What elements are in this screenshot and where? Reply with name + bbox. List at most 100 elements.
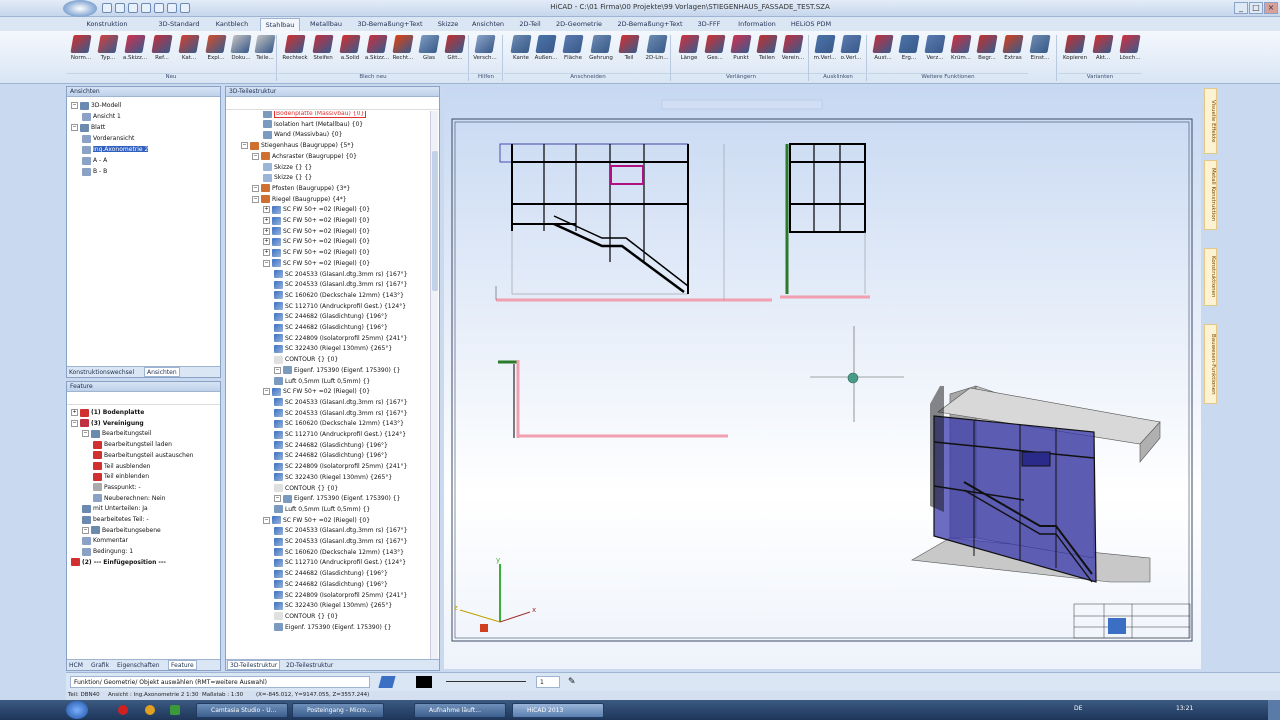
tab-2d-bema-ung-text[interactable]: 2D-Bemaßung+Text xyxy=(614,18,686,31)
explorer-quicklaunch-icon[interactable] xyxy=(170,705,180,715)
ribbon-button-29[interactable]: Aust... xyxy=(870,33,896,69)
expand-toggle-icon[interactable]: − xyxy=(71,124,78,131)
tab-feature[interactable]: Feature xyxy=(168,660,197,670)
ribbon-button-4[interactable]: Kat... xyxy=(176,33,202,69)
tree-item[interactable]: SC 322430 (Riegel 130mm) {265°} xyxy=(274,343,392,354)
expand-toggle-icon[interactable]: − xyxy=(252,195,259,203)
expand-toggle-icon[interactable]: + xyxy=(71,409,78,416)
feature-item[interactable]: Teil ausblenden xyxy=(93,461,150,472)
tab-3d-fff[interactable]: 3D-FFF xyxy=(692,18,726,31)
tree-item[interactable]: CONTOUR {} {0} xyxy=(274,611,338,622)
tree-scrollbar[interactable] xyxy=(430,111,438,659)
tree-item[interactable]: Luft 0,5mm (Luft 0,5mm) {} xyxy=(274,504,370,515)
ribbon-button-15[interactable]: Versch... xyxy=(472,33,498,69)
feature-item[interactable]: Neuberechnen: Nein xyxy=(93,493,166,504)
tree-item[interactable]: + SC FW 50+ =02 (Riegel) {0} xyxy=(263,204,370,215)
tab-visuelle-effekte[interactable]: Visuelle Effekte xyxy=(1204,88,1217,154)
tree-item[interactable]: SC 204533 (Glasanl.dtg.3mm rs) {167°} xyxy=(274,397,407,408)
expand-toggle-icon[interactable]: − xyxy=(263,388,270,396)
maximize-button[interactable]: □ xyxy=(1249,2,1263,14)
tree-item[interactable]: SC 204533 (Glasanl.dtg.3mm rs) {167°} xyxy=(274,536,407,547)
tree-item[interactable]: CONTOUR {} {0} xyxy=(274,354,338,365)
expand-toggle-icon[interactable]: + xyxy=(263,227,270,235)
language-indicator[interactable]: DE xyxy=(1074,705,1082,712)
ribbon-button-8[interactable]: Rechteck xyxy=(282,33,308,69)
feature-item[interactable]: Bedingung: 1 xyxy=(82,546,133,557)
feature-item[interactable]: bearbeitetes Teil: - xyxy=(82,514,149,525)
tab-ansichten[interactable]: Ansichten xyxy=(468,18,508,31)
ribbon-button-19[interactable]: Gehrung xyxy=(588,33,614,69)
tree-scrollbar-thumb[interactable] xyxy=(432,151,438,291)
feature-item[interactable]: Bearbeitungsteil austauschen xyxy=(93,450,193,461)
tree-item[interactable]: SC 244682 (Glasdichtung) {196°} xyxy=(274,440,388,451)
firefox-quicklaunch-icon[interactable] xyxy=(145,705,155,715)
ribbon-button-0[interactable]: Norm... xyxy=(68,33,94,69)
drawing-viewport[interactable]: y z x xyxy=(444,86,1201,669)
ribbon-button-20[interactable]: Teil xyxy=(616,33,642,69)
ribbon-button-2[interactable]: a.Skizz... xyxy=(122,33,148,69)
feature-item[interactable]: Passpunkt: - xyxy=(93,482,141,493)
save-icon[interactable] xyxy=(128,3,138,13)
undo-icon[interactable] xyxy=(141,3,151,13)
feature-item[interactable]: Teil einblenden xyxy=(93,471,149,482)
tree-item[interactable]: SC 224809 (Isolatorprofil 25mm) {241°} xyxy=(274,590,407,601)
tab-hcm[interactable]: HCM xyxy=(69,661,83,671)
ribbon-button-13[interactable]: Glas xyxy=(416,33,442,69)
feature-item[interactable]: (2) --- Einfügeposition --- xyxy=(71,557,166,568)
expand-toggle-icon[interactable]: + xyxy=(263,217,270,224)
app-menu-button[interactable] xyxy=(63,0,97,17)
tab-3d-bema-ung-text[interactable]: 3D-Bemaßung+Text xyxy=(354,18,426,31)
tab-eigenschaften[interactable]: Eigenschaften xyxy=(117,661,160,671)
ribbon-button-11[interactable]: a.Skizz... xyxy=(364,33,390,69)
expand-toggle-icon[interactable]: − xyxy=(71,102,78,109)
tab-metall-konstruktion[interactable]: Metall Konstruktion xyxy=(1204,160,1217,230)
ribbon-button-3[interactable]: Ref... xyxy=(149,33,175,69)
tree-item[interactable]: SC 244682 (Glasdichtung) {196°} xyxy=(274,322,388,333)
expand-toggle-icon[interactable]: + xyxy=(263,249,270,257)
feature-item[interactable]: mit Unterteilen: Ja xyxy=(82,503,148,514)
tab-kantblech[interactable]: Kantblech xyxy=(210,18,254,31)
ribbon-button-36[interactable]: Kopieren xyxy=(1062,33,1088,69)
tree-item[interactable]: − SC FW 50+ =02 (Riegel) {0} xyxy=(263,258,370,269)
ribbon-button-25[interactable]: Teilen xyxy=(754,33,780,69)
tree-item[interactable]: SC 224809 (Isolatorprofil 25mm) {241°} xyxy=(274,333,407,344)
view-item[interactable]: − Blatt xyxy=(71,122,105,133)
line-width-field[interactable]: 1 xyxy=(536,676,560,688)
ribbon-button-27[interactable]: m.Verl... xyxy=(812,33,838,69)
open-icon[interactable] xyxy=(115,3,125,13)
minimize-button[interactable]: _ xyxy=(1234,2,1248,14)
tree-item[interactable]: − SC FW 50+ =02 (Riegel) {0} xyxy=(263,386,370,397)
tree-item[interactable]: SC 112710 (Andruckprofil Gest.) {124°} xyxy=(274,301,406,312)
expand-toggle-icon[interactable]: − xyxy=(263,259,270,267)
tree-item[interactable]: − Achsraster (Baugruppe) {0} xyxy=(252,151,357,162)
tree-item[interactable]: SC 244682 (Glasdichtung) {196°} xyxy=(274,450,388,461)
ribbon-button-22[interactable]: Länge xyxy=(676,33,702,69)
tree-item[interactable]: SC 204533 (Glasanl.dtg.3mm rs) {167°} xyxy=(274,408,407,419)
tab-stahlbau[interactable]: Stahlbau xyxy=(260,18,300,31)
ribbon-button-5[interactable]: Expl... xyxy=(203,33,229,69)
ribbon-button-16[interactable]: Kante xyxy=(508,33,534,69)
ribbon-button-6[interactable]: Doku... xyxy=(228,33,254,69)
ribbon-button-35[interactable]: Einst... xyxy=(1027,33,1053,69)
tab-2d-geometrie[interactable]: 2D-Geometrie xyxy=(551,18,607,31)
tree-item[interactable]: − Stiegenhaus (Baugruppe) {5*} xyxy=(241,140,354,151)
ribbon-button-28[interactable]: o.Verl... xyxy=(838,33,864,69)
tab-3d-standard[interactable]: 3D-Standard xyxy=(155,18,203,31)
expand-toggle-icon[interactable]: − xyxy=(274,366,281,374)
expand-toggle-icon[interactable]: − xyxy=(252,184,259,192)
ribbon-button-10[interactable]: a.Solid xyxy=(337,33,363,69)
feature-item[interactable]: + (1) Bodenplatte xyxy=(71,407,144,418)
tree-item[interactable]: SC 322430 (Riegel 130mm) {265°} xyxy=(274,600,392,611)
view-item[interactable]: Vorderansicht xyxy=(82,133,134,144)
tree-item[interactable]: Luft 0,5mm (Luft 0,5mm) {} xyxy=(274,376,370,387)
taskbar-item-hicad[interactable]: HiCAD 2013 xyxy=(512,703,604,718)
ribbon-button-7[interactable]: Teile... xyxy=(252,33,278,69)
ribbon-button-30[interactable]: Erg... xyxy=(896,33,922,69)
tab-bauwesen-funktionen[interactable]: Bauwesen-Funktionen xyxy=(1204,324,1217,404)
tab-2d-teilestruktur[interactable]: 2D-Teilestruktur xyxy=(286,661,333,671)
feature-item[interactable]: Kommentar xyxy=(82,535,128,546)
tree-item[interactable]: SC 160620 (Deckschale 12mm) {143°} xyxy=(274,290,404,301)
tab-konstruktionen[interactable]: Konstruktionen xyxy=(1204,248,1217,306)
tree-item[interactable]: CONTOUR {} {0} xyxy=(274,483,338,494)
command-prompt[interactable]: Funktion/ Geometrie/ Objekt auswählen (R… xyxy=(70,676,370,688)
